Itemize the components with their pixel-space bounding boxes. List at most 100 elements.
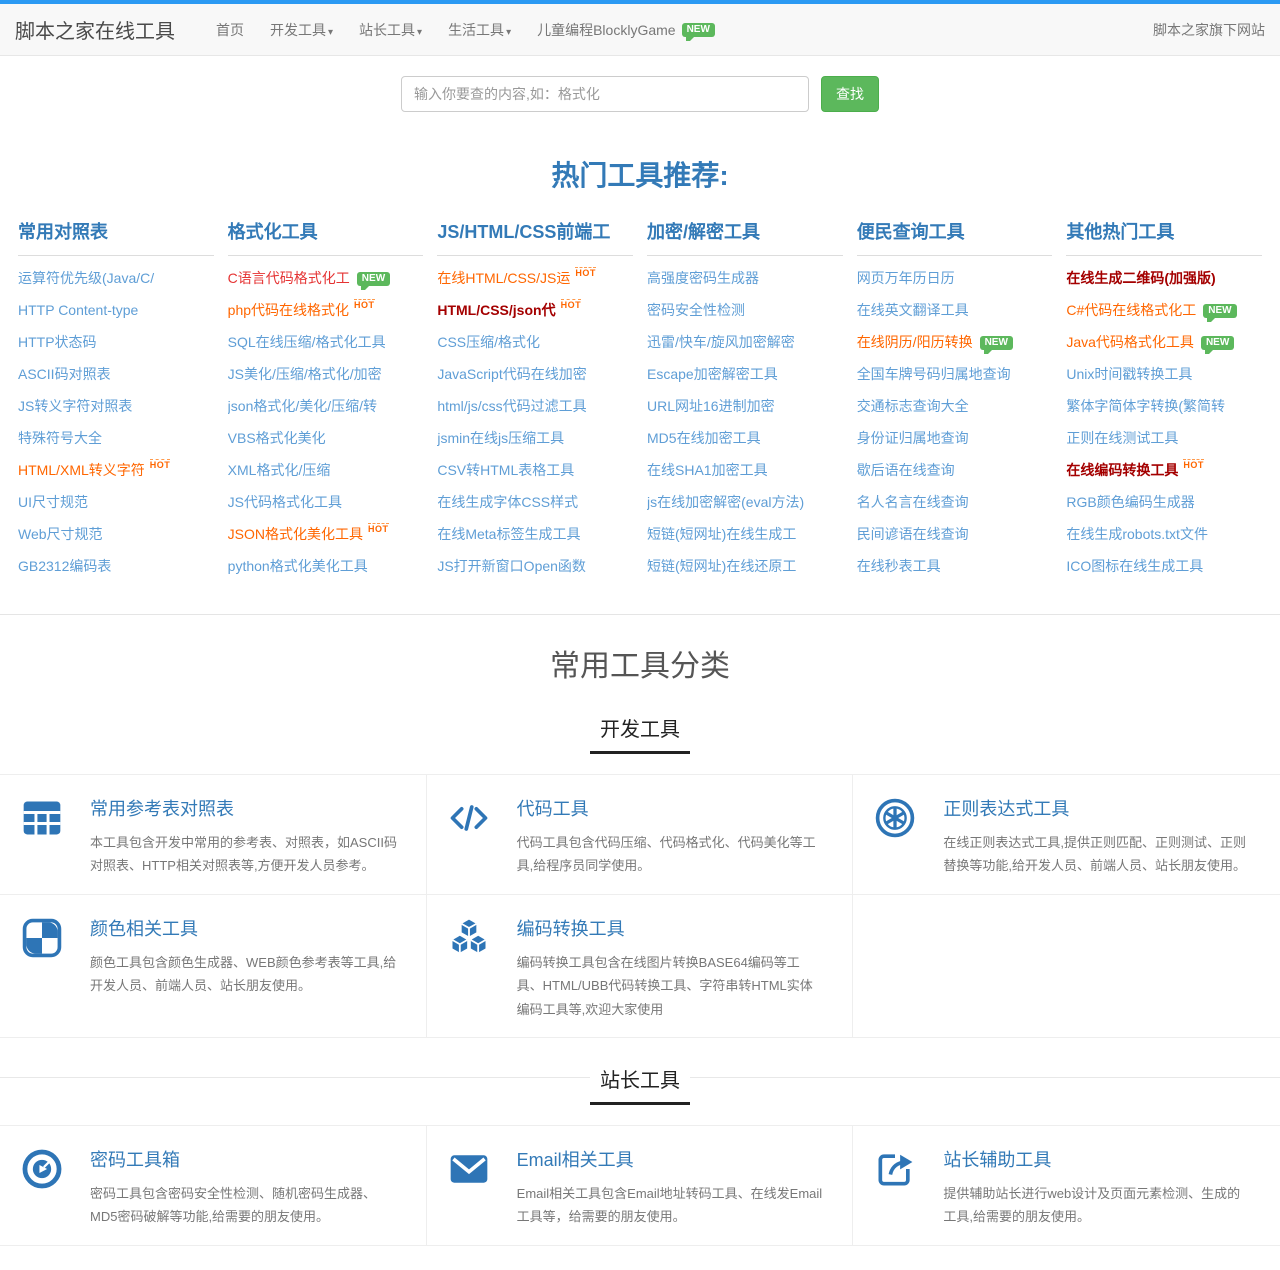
tool-link[interactable]: jsmin在线js压缩工具 — [437, 430, 564, 446]
card-title-link[interactable]: 颜色相关工具 — [90, 915, 198, 941]
tool-link-row: HTML/CSS/json代 HOT — [437, 294, 633, 326]
nav-item-home[interactable]: 首页 — [216, 20, 244, 40]
chevron-down-icon: ▾ — [328, 26, 334, 38]
nav-item-blockly-game[interactable]: 儿童编程BlocklyGame NEW — [537, 20, 715, 41]
card-title-link[interactable]: 密码工具箱 — [90, 1146, 180, 1172]
tool-link[interactable]: 在线编码转换工具 — [1066, 462, 1178, 478]
tool-link[interactable]: 在线阴历/阳历转换 — [857, 334, 973, 350]
tool-link[interactable]: CSV转HTML表格工具 — [437, 462, 574, 478]
tool-link[interactable]: HTML/XML转义字符 — [18, 462, 145, 478]
tool-category-card: 正则表达式工具 在线正则表达式工具,提供正则匹配、正则测试、正则替换等功能,给开发… — [853, 775, 1280, 895]
tool-link[interactable]: UI尺寸规范 — [18, 494, 88, 510]
card-body: 编码转换工具 编码转换工具包含在线图片转换BASE64编码等工具、HTML/UBB… — [517, 913, 825, 1021]
tool-link[interactable]: ASCII码对照表 — [18, 366, 111, 382]
tool-link[interactable]: Java代码格式化工具 — [1066, 334, 1194, 350]
tool-link[interactable]: 在线生成字体CSS样式 — [437, 494, 578, 510]
card-title-link[interactable]: 常用参考表对照表 — [90, 795, 234, 821]
tool-link[interactable]: C#代码在线格式化工 — [1066, 302, 1196, 318]
tool-link-row: 民间谚语在线查询 — [857, 518, 1053, 550]
tool-link[interactable]: HTTP状态码 — [18, 334, 97, 350]
family-sites-link[interactable]: 脚本之家旗下网站 — [1153, 20, 1265, 40]
card-body: 正则表达式工具 在线正则表达式工具,提供正则匹配、正则测试、正则替换等功能,给开发… — [943, 793, 1252, 878]
tool-link[interactable]: 网页万年历日历 — [857, 270, 955, 286]
tool-link[interactable]: VBS格式化美化 — [228, 430, 326, 446]
tool-link[interactable]: 在线秒表工具 — [857, 558, 941, 574]
tool-link[interactable]: 在线生成robots.txt文件 — [1066, 526, 1208, 542]
tool-link[interactable]: XML格式化/压缩 — [228, 462, 331, 478]
tool-link[interactable]: 民间谚语在线查询 — [857, 526, 969, 542]
new-badge: NEW — [1200, 336, 1235, 354]
tool-link[interactable]: python格式化美化工具 — [228, 558, 368, 574]
card-title-link[interactable]: Email相关工具 — [517, 1146, 634, 1172]
tool-link-row: HTTP状态码 — [18, 326, 214, 358]
tool-link[interactable]: HTML/CSS/json代 — [437, 302, 555, 318]
tool-link[interactable]: RGB颜色编码生成器 — [1066, 494, 1194, 510]
tool-link[interactable]: SQL在线压缩/格式化工具 — [228, 334, 386, 350]
nav-link-dev-tools[interactable]: 开发工具 — [270, 22, 326, 38]
card-title-link[interactable]: 编码转换工具 — [517, 915, 625, 941]
nav-link-blockly-game[interactable]: 儿童编程BlocklyGame — [537, 22, 675, 38]
tool-link[interactable]: JS美化/压缩/格式化/加密 — [228, 366, 382, 382]
tool-link[interactable]: GB2312编码表 — [18, 558, 111, 574]
nav-item-life-tools[interactable]: 生活工具 ▾ — [448, 20, 511, 40]
tool-link[interactable]: JS转义字符对照表 — [18, 398, 132, 414]
tool-link[interactable]: json格式化/美化/压缩/转 — [228, 398, 377, 414]
search-button[interactable]: 查找 — [821, 76, 879, 112]
tool-link[interactable]: Web尺寸规范 — [18, 526, 103, 542]
tool-link[interactable]: 运算符优先级(Java/C/ — [18, 270, 154, 286]
tool-link[interactable]: 在线生成二维码(加强版) — [1066, 270, 1215, 286]
tool-link[interactable]: HTTP Content-type — [18, 302, 138, 318]
card-title-link[interactable]: 代码工具 — [517, 795, 589, 821]
tool-link[interactable]: MD5在线加密工具 — [647, 430, 761, 446]
tool-link-row: MD5在线加密工具 — [647, 422, 843, 454]
tool-link[interactable]: ICO图标在线生成工具 — [1066, 558, 1203, 574]
nav-link-home[interactable]: 首页 — [216, 22, 244, 38]
tool-link[interactable]: 在线HTML/CSS/JS运 — [437, 270, 570, 286]
tool-link[interactable]: 歇后语在线查询 — [857, 462, 955, 478]
tool-link[interactable]: js在线加密解密(eval方法) — [647, 494, 804, 510]
tool-link[interactable]: Unix时间戳转换工具 — [1066, 366, 1192, 382]
tool-link[interactable]: 繁体字简体字转换(繁简转 — [1066, 398, 1225, 414]
tool-link[interactable]: 全国车牌号码归属地查询 — [857, 366, 1011, 382]
tool-link[interactable]: html/js/css代码过滤工具 — [437, 398, 586, 414]
tool-link[interactable]: 名人名言在线查询 — [857, 494, 969, 510]
search-input[interactable] — [401, 76, 809, 112]
tool-link[interactable]: 高强度密码生成器 — [647, 270, 759, 286]
tool-link[interactable]: JavaScript代码在线加密 — [437, 366, 586, 382]
card-title-link[interactable]: 站长辅助工具 — [943, 1146, 1051, 1172]
tool-link[interactable]: 交通标志查询大全 — [857, 398, 969, 414]
tool-link[interactable]: JSON格式化美化工具 — [228, 526, 363, 542]
tool-link[interactable]: 迅雷/快车/旋风加密解密 — [647, 334, 795, 350]
tool-link[interactable]: 短链(短网址)在线还原工 — [647, 558, 796, 574]
card-title-link[interactable]: 正则表达式工具 — [943, 795, 1069, 821]
brand-logo[interactable]: 脚本之家在线工具 — [15, 15, 175, 44]
hot-badge: HOT — [1183, 459, 1204, 470]
section-divider — [0, 614, 1280, 615]
tool-link[interactable]: JS代码格式化工具 — [228, 494, 342, 510]
footer-space — [0, 1246, 1280, 1270]
tool-link[interactable]: C语言代码格式化工 — [228, 270, 350, 286]
tool-link[interactable]: 身份证归属地查询 — [857, 430, 969, 446]
tool-link[interactable]: 正则在线测试工具 — [1066, 430, 1178, 446]
tool-link-row: 迅雷/快车/旋风加密解密 — [647, 326, 843, 358]
tool-link[interactable]: Escape加密解密工具 — [647, 366, 778, 382]
tool-link[interactable]: 特殊符号大全 — [18, 430, 102, 446]
tool-link-row: 全国车牌号码归属地查询 — [857, 358, 1053, 390]
card-description: 密码工具包含密码安全性检测、随机密码生成器、MD5密码破解等功能,给需要的朋友使… — [90, 1185, 377, 1225]
group-webmaster-tools-group: 站长工具 密码工具箱 密码工具包含密码安全性检测、随机密码生成器、MD5密码破解等功… — [0, 1063, 1280, 1246]
nav-item-dev-tools[interactable]: 开发工具 ▾ — [270, 20, 333, 40]
tool-link[interactable]: 密码安全性检测 — [647, 302, 745, 318]
tool-link[interactable]: URL网址16进制加密 — [647, 398, 775, 414]
tool-link[interactable]: 短链(短网址)在线生成工 — [647, 526, 796, 542]
tool-link[interactable]: php代码在线格式化 — [228, 302, 349, 318]
tool-link[interactable]: JS打开新窗口Open函数 — [437, 558, 586, 574]
nav-item-webmaster-tools[interactable]: 站长工具 ▾ — [359, 20, 422, 40]
tool-link[interactable]: 在线Meta标签生成工具 — [437, 526, 580, 542]
card-description: 颜色工具包含颜色生成器、WEB颜色参考表等工具,给开发人员、前端人员、站长朋友使… — [90, 954, 397, 994]
tool-link[interactable]: CSS压缩/格式化 — [437, 334, 540, 350]
nav-link-webmaster-tools[interactable]: 站长工具 — [359, 22, 415, 38]
code-icon — [447, 793, 517, 878]
nav-link-life-tools[interactable]: 生活工具 — [448, 22, 504, 38]
tool-link[interactable]: 在线SHA1加密工具 — [647, 462, 768, 478]
tool-link[interactable]: 在线英文翻译工具 — [857, 302, 969, 318]
